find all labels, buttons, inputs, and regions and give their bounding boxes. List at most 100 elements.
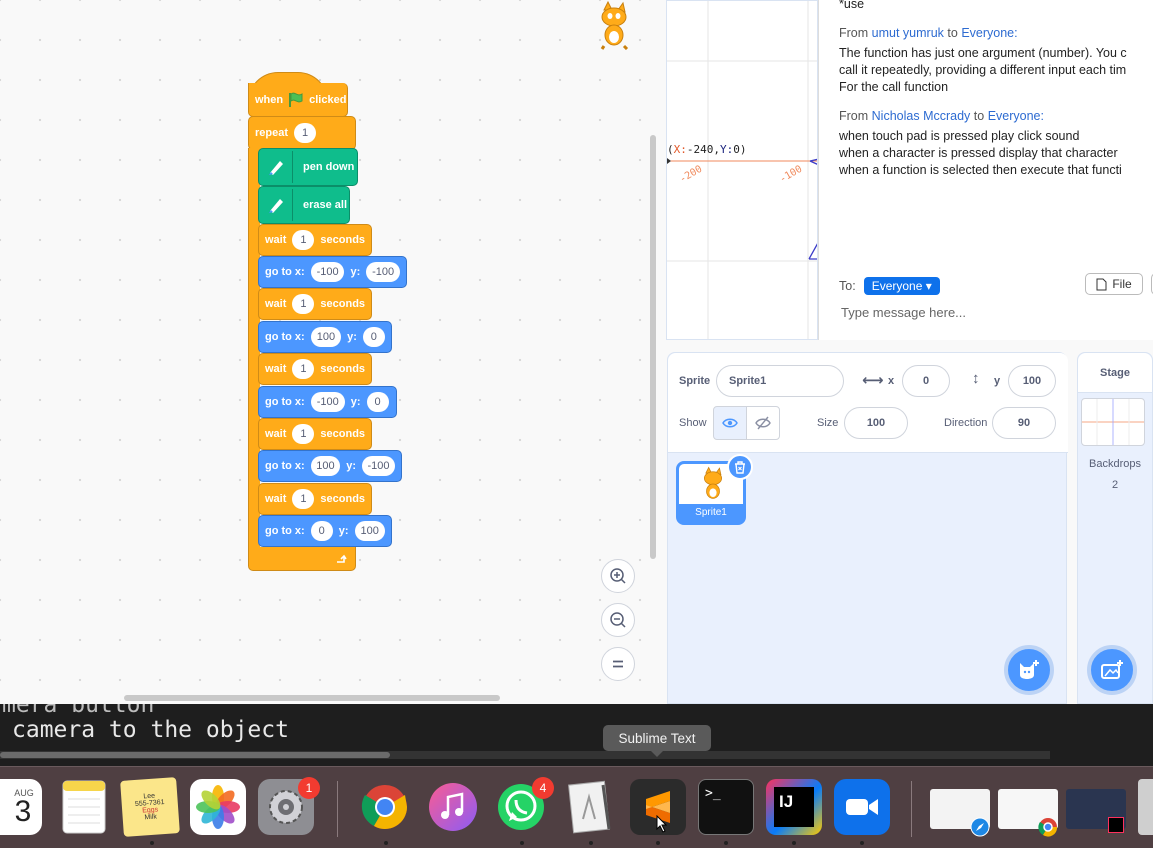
- notes-app-icon[interactable]: [56, 779, 112, 835]
- code-horizontal-scrollbar[interactable]: [124, 695, 500, 701]
- photos-app-icon[interactable]: [190, 779, 246, 835]
- notification-badge: 1: [298, 777, 320, 799]
- x-arrows-icon: ⟷: [862, 372, 884, 389]
- zoom-reset-button[interactable]: [601, 647, 635, 681]
- wait-seconds-input[interactable]: 1: [292, 489, 315, 509]
- y-label: y:: [350, 396, 361, 408]
- when-label: when: [255, 93, 284, 106]
- chat-message-fragment: *use: [839, 0, 865, 11]
- direction-label: Direction: [944, 417, 988, 429]
- coordinate-readout: (X:-240,Y:0): [667, 143, 747, 156]
- code-area[interactable]: when clicked repeat 1 pen down erase all…: [0, 0, 658, 704]
- chat-message-input[interactable]: Type message here...: [841, 305, 966, 320]
- pen-down-label: pen down: [303, 161, 355, 173]
- backdrop-preview: [1082, 399, 1144, 445]
- go-to-xy-block[interactable]: go to x: 0 y: 100: [258, 515, 392, 547]
- size-input[interactable]: 100: [844, 407, 908, 439]
- running-indicator: [656, 841, 660, 845]
- when-flag-clicked-block[interactable]: when clicked: [248, 72, 348, 118]
- intellij-badge-icon: [1108, 817, 1124, 833]
- chat-panel: *use From umut yumruk to Everyone: The f…: [818, 0, 1153, 340]
- sprite-name-input[interactable]: Sprite1: [716, 365, 844, 397]
- terminal-app-icon[interactable]: >_: [698, 779, 754, 835]
- repeat-block[interactable]: repeat 1: [248, 116, 356, 150]
- recipient-dropdown[interactable]: Everyone ▾: [863, 277, 940, 295]
- zoom-in-button[interactable]: [601, 559, 635, 593]
- y-input[interactable]: 0: [362, 327, 385, 347]
- choose-sprite-button[interactable]: [1004, 645, 1054, 695]
- wait-block[interactable]: wait 1 seconds: [258, 288, 372, 320]
- stage-canvas[interactable]: (X:-240,Y:0) -200 -100: [666, 0, 818, 340]
- x-input[interactable]: 0: [310, 521, 333, 541]
- wait-block[interactable]: wait 1 seconds: [258, 418, 372, 450]
- sprite-info: Sprite Sprite1 ⟷ x 0 ↕ y 100 Show Size 1…: [668, 353, 1068, 453]
- go-to-xy-block[interactable]: go to x: 100 y: 0: [258, 321, 392, 353]
- wait-seconds-input[interactable]: 1: [292, 424, 315, 444]
- show-hidden-button[interactable]: [746, 406, 780, 440]
- direction-input[interactable]: 90: [992, 407, 1056, 439]
- y-input[interactable]: 100: [354, 521, 385, 541]
- repeat-label: repeat: [255, 127, 289, 139]
- go-to-xy-block[interactable]: go to x: 100 y: -100: [258, 450, 402, 482]
- backdrop-thumbnail[interactable]: [1081, 398, 1145, 446]
- wait-block[interactable]: wait 1 seconds: [258, 224, 372, 256]
- zoom-out-button[interactable]: [601, 603, 635, 637]
- wait-label: wait: [265, 493, 287, 505]
- wait-seconds-input[interactable]: 1: [292, 294, 315, 314]
- trash-app-icon[interactable]: [1138, 779, 1153, 835]
- wait-block[interactable]: wait 1 seconds: [258, 483, 372, 515]
- safari-badge-icon: [970, 817, 990, 837]
- y-input[interactable]: 100: [1008, 365, 1056, 397]
- terminal-line: mera button: [2, 704, 155, 718]
- wait-seconds-input[interactable]: 1: [292, 230, 315, 250]
- x-input[interactable]: -100: [310, 262, 345, 282]
- code-vertical-scrollbar[interactable]: [650, 135, 656, 559]
- recipient-name[interactable]: Everyone:: [961, 26, 1017, 40]
- video-camera-icon: [846, 799, 878, 815]
- x-input[interactable]: 100: [310, 327, 342, 347]
- y-input[interactable]: -100: [366, 262, 400, 282]
- wait-seconds-input[interactable]: 1: [292, 359, 315, 379]
- y-input[interactable]: 0: [366, 392, 389, 412]
- zoom-app-icon[interactable]: [834, 779, 890, 835]
- chevron-down-icon: ▾: [925, 279, 932, 293]
- preview-app-icon[interactable]: [562, 779, 618, 835]
- x-input[interactable]: 100: [310, 456, 341, 476]
- chrome-app-icon[interactable]: [357, 779, 413, 835]
- x-label: x: [888, 375, 895, 387]
- intellij-app-icon[interactable]: IJ: [766, 779, 822, 835]
- go-to-xy-block[interactable]: go to x: -100 y: -100: [258, 256, 407, 288]
- go-to-x-label: go to x:: [265, 525, 305, 537]
- y-input[interactable]: -100: [362, 456, 395, 476]
- stickies-app-icon[interactable]: Lee 555-7361 Eggs Milk: [120, 777, 180, 837]
- chat-message-body: when touch pad is pressed play click sou…: [839, 129, 1122, 177]
- x-input[interactable]: -100: [310, 392, 345, 412]
- seconds-label: seconds: [320, 493, 366, 505]
- repeat-count-input[interactable]: 1: [294, 123, 317, 143]
- erase-all-block[interactable]: erase all: [258, 186, 350, 224]
- sprite-pane: Sprite Sprite1 ⟷ x 0 ↕ y 100 Show Size 1…: [667, 352, 1068, 704]
- sender-name[interactable]: Nicholas Mccrady: [872, 109, 971, 123]
- terminal-scrollbar[interactable]: [0, 751, 1050, 759]
- recipient-name[interactable]: Everyone:: [988, 109, 1044, 123]
- music-app-icon[interactable]: [425, 779, 481, 835]
- sprite-label: Sprite: [679, 375, 711, 387]
- running-indicator: [589, 841, 593, 845]
- sender-name[interactable]: umut yumruk: [872, 26, 944, 40]
- file-button[interactable]: File: [1085, 273, 1143, 295]
- stage-selector-title: Stage: [1078, 353, 1152, 393]
- sprite-tile[interactable]: Sprite1: [676, 454, 753, 525]
- calendar-app-icon[interactable]: AUG 3: [0, 779, 42, 835]
- choose-backdrop-button[interactable]: [1087, 645, 1137, 695]
- pen-down-block[interactable]: pen down: [258, 148, 358, 186]
- delete-sprite-button[interactable]: [727, 454, 753, 480]
- dock-tooltip: Sublime Text: [603, 725, 711, 757]
- stage-selector[interactable]: Stage Backdrops 2: [1077, 352, 1153, 704]
- eye-slash-icon: [755, 416, 771, 430]
- wait-block[interactable]: wait 1 seconds: [258, 353, 372, 385]
- seconds-label: seconds: [320, 234, 366, 246]
- show-visible-button[interactable]: [713, 406, 747, 440]
- y-label: y:: [350, 266, 361, 278]
- x-input[interactable]: 0: [902, 365, 950, 397]
- go-to-xy-block[interactable]: go to x: -100 y: 0: [258, 386, 397, 418]
